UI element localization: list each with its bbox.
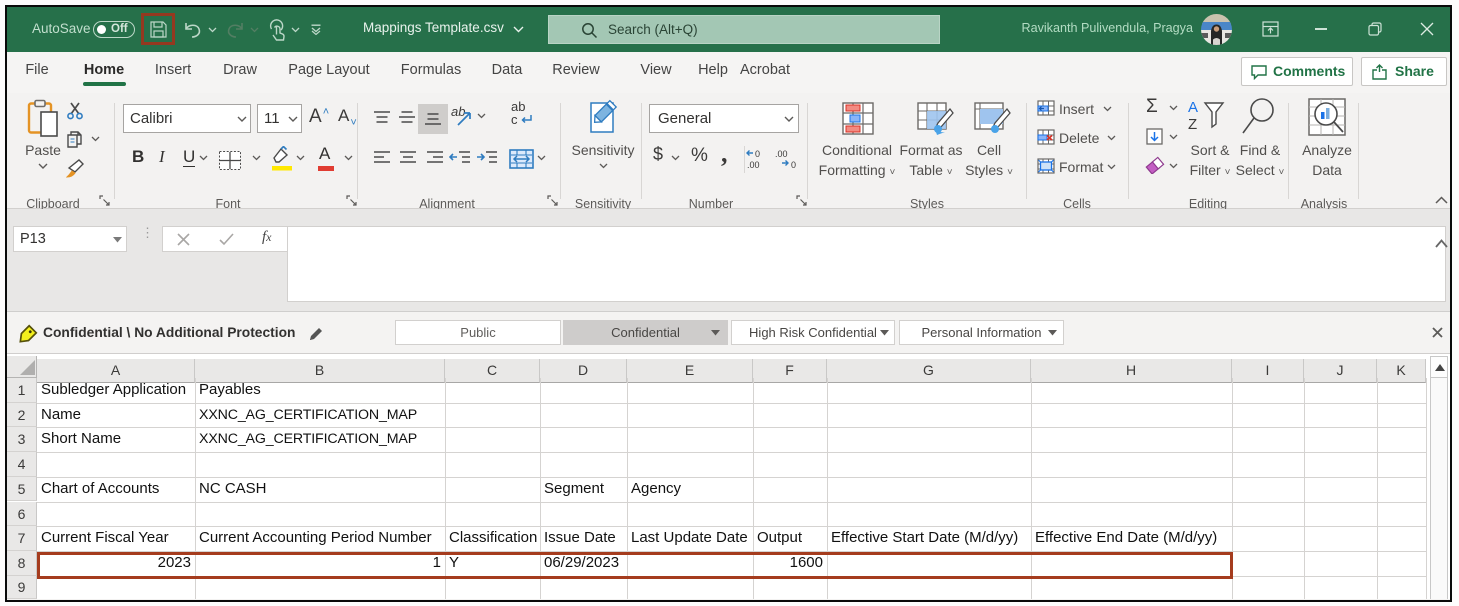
svg-text:Z: Z <box>1188 116 1197 133</box>
svg-text:.00: .00 <box>747 160 760 169</box>
svg-text:0: 0 <box>755 149 760 159</box>
svg-text:.00: .00 <box>775 149 788 159</box>
svg-text:0: 0 <box>791 160 796 169</box>
svg-text:A: A <box>1188 99 1198 116</box>
